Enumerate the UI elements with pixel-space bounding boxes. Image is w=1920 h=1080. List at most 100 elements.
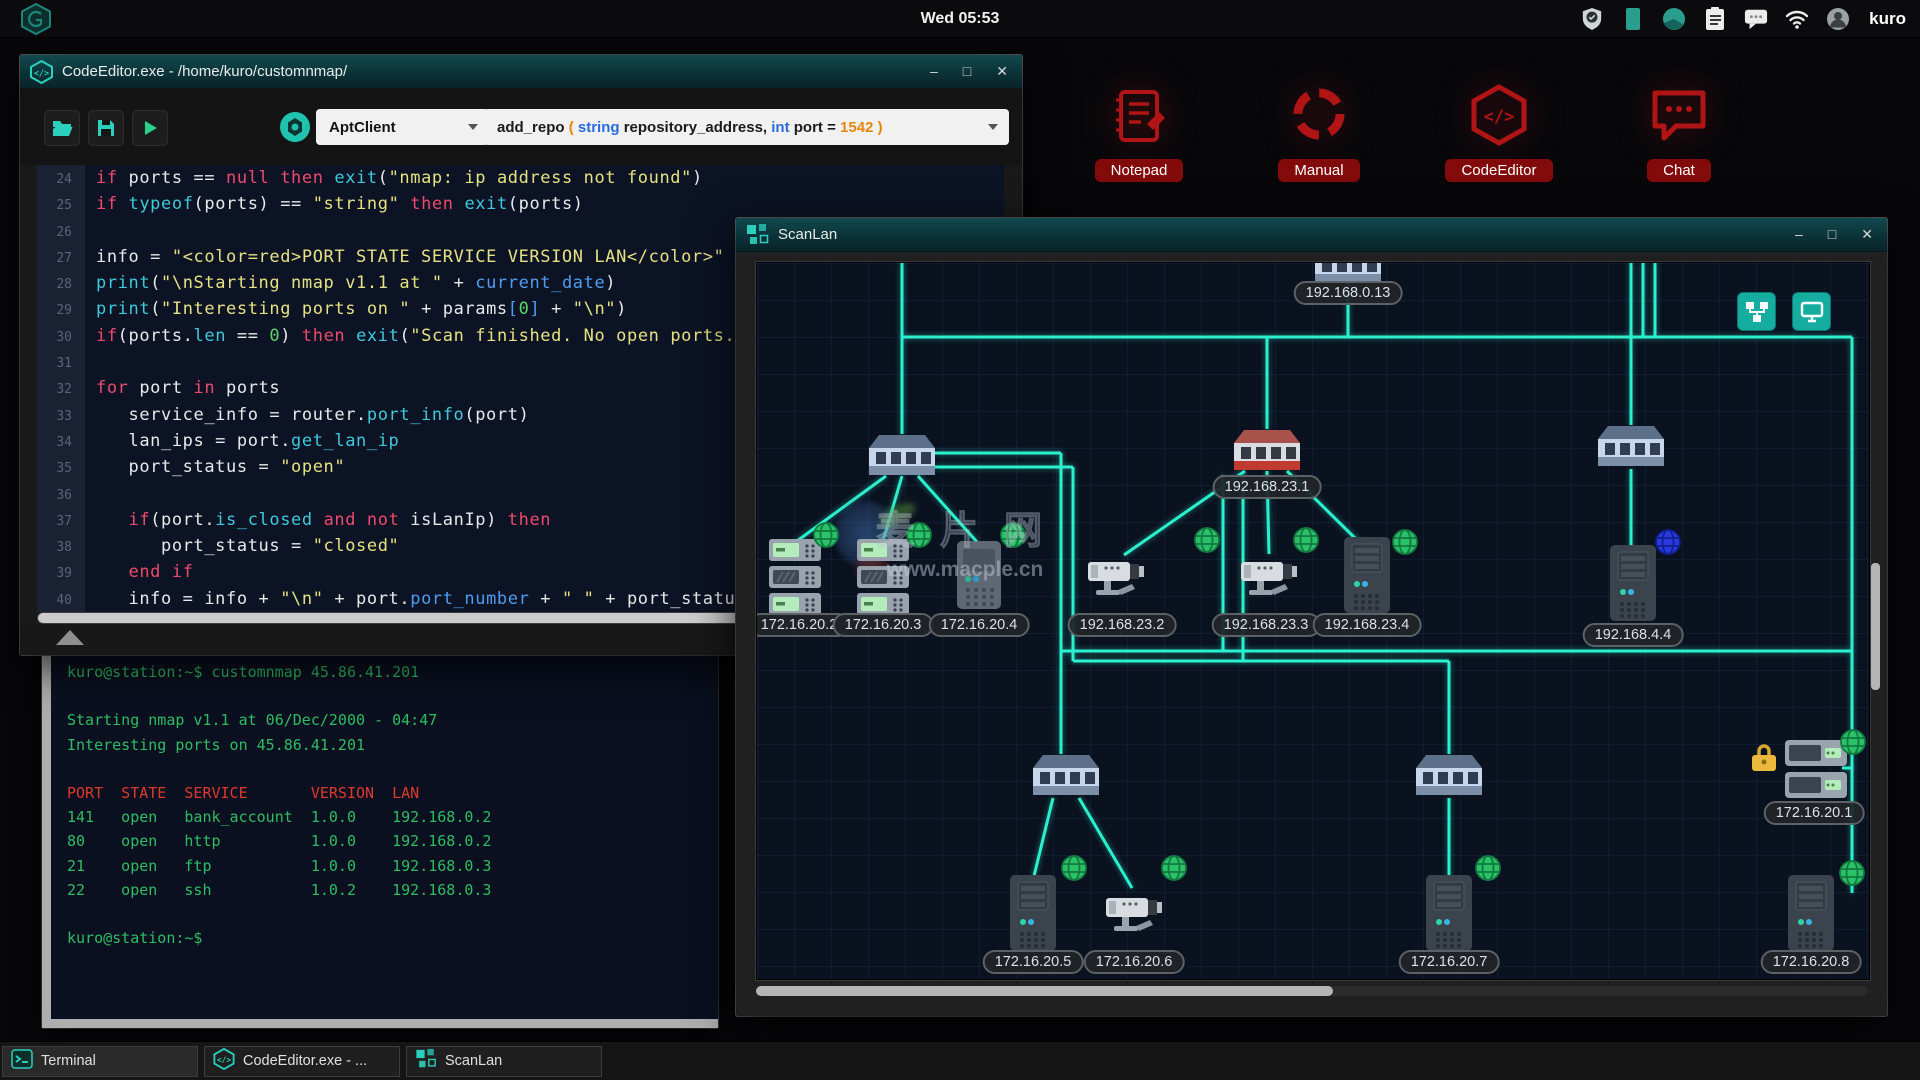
ip-label[interactable]: 192.168.0.13 bbox=[1294, 281, 1403, 305]
open-file-button[interactable] bbox=[44, 110, 80, 146]
chatapp-icon bbox=[1647, 84, 1711, 153]
globe-icon[interactable] bbox=[1840, 729, 1866, 760]
svg-text:</>: </> bbox=[1484, 107, 1515, 127]
tower-icon[interactable] bbox=[1344, 537, 1390, 618]
codeeditor-titlebar[interactable]: </> CodeEditor.exe - /home/kuro/customnm… bbox=[20, 55, 1022, 89]
globeb-icon[interactable] bbox=[1655, 529, 1681, 560]
scanlan-titlebar[interactable]: ScanLan – □ ✕ bbox=[736, 218, 1887, 252]
battery-icon[interactable] bbox=[1621, 7, 1645, 31]
camera-icon[interactable] bbox=[1241, 556, 1297, 607]
globe-icon[interactable] bbox=[1475, 855, 1501, 886]
watermark-url: www.macple.cn bbox=[887, 558, 1044, 582]
desktop-icon-chat[interactable]: Chat bbox=[1604, 84, 1754, 182]
taskbar-item-terminal[interactable]: Terminal bbox=[2, 1046, 198, 1077]
globe-icon[interactable] bbox=[1839, 860, 1865, 891]
minimize-button[interactable]: – bbox=[1795, 218, 1803, 251]
avatar-icon[interactable] bbox=[1826, 7, 1850, 31]
remote-monitor-button[interactable] bbox=[1792, 292, 1831, 331]
ip-label[interactable]: 192.168.4.4 bbox=[1583, 623, 1684, 647]
globe-icon[interactable] bbox=[813, 522, 839, 553]
switchred-icon[interactable] bbox=[1234, 428, 1300, 479]
map-horizontal-scrollbar[interactable] bbox=[756, 986, 1868, 996]
close-button[interactable]: ✕ bbox=[996, 55, 1008, 88]
notepad-icon bbox=[1107, 84, 1171, 153]
chevron-down-icon bbox=[468, 124, 478, 130]
ip-label[interactable]: 172.16.20.6 bbox=[1084, 950, 1185, 974]
ip-label[interactable]: 192.168.23.3 bbox=[1212, 613, 1321, 637]
scanlan-title-icon bbox=[746, 223, 769, 247]
codeeditor-title-icon: </> bbox=[30, 60, 53, 84]
maximize-button[interactable]: □ bbox=[963, 55, 971, 88]
rack2-icon[interactable] bbox=[1785, 740, 1847, 805]
camera-icon[interactable] bbox=[1106, 892, 1162, 943]
globe-icon[interactable] bbox=[1061, 855, 1087, 886]
signature-text: add_repo ( string repository_address, in… bbox=[497, 119, 883, 136]
switch-icon[interactable] bbox=[1033, 753, 1099, 804]
class-dropdown-value: AptClient bbox=[329, 119, 396, 136]
desktop-icons: Notepad Manual </> CodeEditor Chat bbox=[1064, 84, 1754, 182]
apt-package-icon bbox=[278, 110, 312, 144]
camera-icon[interactable] bbox=[1088, 556, 1144, 607]
tower-icon[interactable] bbox=[1788, 875, 1834, 956]
taskbar-item-label: ScanLan bbox=[445, 1053, 502, 1069]
codeeditor-title: CodeEditor.exe - /home/kuro/customnmap/ bbox=[62, 63, 347, 80]
terminal-bottom-scrollbar[interactable] bbox=[42, 1019, 718, 1028]
maximize-button[interactable]: □ bbox=[1828, 218, 1836, 251]
taskbar-item-label: CodeEditor.exe - ... bbox=[243, 1053, 367, 1069]
switch-icon[interactable] bbox=[869, 433, 935, 484]
signature-dropdown[interactable]: add_repo ( string repository_address, in… bbox=[484, 109, 1009, 145]
globe-icon[interactable] bbox=[1392, 529, 1418, 560]
terminal-output[interactable]: kuro@station:~$ customnmap 45.86.41.201 … bbox=[67, 660, 491, 950]
clipboard-icon[interactable] bbox=[1703, 7, 1727, 31]
shield-icon[interactable] bbox=[1580, 7, 1604, 31]
desktop-icon-manual[interactable]: Manual bbox=[1244, 84, 1394, 182]
globe-icon[interactable] bbox=[1161, 855, 1187, 886]
taskbar-item-scanlan[interactable]: ScanLan bbox=[406, 1046, 602, 1077]
terminal-left-scrollbar[interactable] bbox=[42, 640, 51, 1028]
switch-icon[interactable] bbox=[1598, 424, 1664, 475]
ip-label[interactable]: 172.16.20.5 bbox=[983, 950, 1084, 974]
play-icon bbox=[139, 117, 161, 139]
chat-icon[interactable] bbox=[1744, 7, 1768, 31]
save-file-button[interactable] bbox=[88, 110, 124, 146]
desktop-icon-label: Chat bbox=[1647, 159, 1711, 182]
switch-icon[interactable] bbox=[1416, 753, 1482, 804]
class-dropdown[interactable]: AptClient bbox=[316, 109, 489, 145]
scanlan-title: ScanLan bbox=[778, 226, 837, 243]
lock-icon[interactable] bbox=[1752, 742, 1776, 777]
panel-expander-arrow-icon[interactable] bbox=[56, 630, 84, 645]
wifi-icon[interactable] bbox=[1785, 7, 1809, 31]
ip-label[interactable]: 172.16.20.8 bbox=[1761, 950, 1862, 974]
desktop-icon-notepad[interactable]: Notepad bbox=[1064, 84, 1214, 182]
ip-label[interactable]: 192.168.23.1 bbox=[1213, 475, 1322, 499]
tower-icon[interactable] bbox=[1426, 875, 1472, 956]
monitor-icon bbox=[1799, 299, 1825, 325]
terminal-window[interactable]: kuro@station:~$ customnmap 45.86.41.201 … bbox=[42, 640, 718, 1028]
taskbar-item-codeeditorexe[interactable]: </> CodeEditor.exe - ... bbox=[204, 1046, 400, 1077]
ip-label[interactable]: 172.16.20.1 bbox=[1764, 801, 1865, 825]
ip-label[interactable]: 172.16.20.7 bbox=[1399, 950, 1500, 974]
tower-icon[interactable] bbox=[1610, 545, 1656, 626]
scanlan-window[interactable]: ScanLan – □ ✕ 麦片网 www.macple.cn 192.168.… bbox=[736, 218, 1887, 1016]
close-button[interactable]: ✕ bbox=[1861, 218, 1873, 251]
globe-icon[interactable] bbox=[1293, 527, 1319, 558]
ip-label[interactable]: 192.168.23.4 bbox=[1313, 613, 1422, 637]
code-line: 25if typeof(ports) == "string" then exit… bbox=[37, 191, 1004, 217]
topology-view-button[interactable] bbox=[1737, 292, 1776, 331]
ip-label[interactable]: 172.16.20.4 bbox=[929, 613, 1030, 637]
run-script-button[interactable] bbox=[132, 110, 168, 146]
desktop-icon-label: CodeEditor bbox=[1445, 159, 1552, 182]
globe-icon[interactable] bbox=[1194, 527, 1220, 558]
minimize-button[interactable]: – bbox=[930, 55, 938, 88]
tower-icon[interactable] bbox=[1010, 875, 1056, 956]
disk-icon[interactable] bbox=[1662, 7, 1686, 31]
codeeditor-sm-icon: </> bbox=[213, 1048, 235, 1075]
desktop-icon-codeeditor[interactable]: </> CodeEditor bbox=[1424, 84, 1574, 182]
topology-icon bbox=[1744, 299, 1770, 325]
top-status-bar: Wed 05:53 kuro bbox=[0, 0, 1920, 38]
map-vertical-scrollbar[interactable] bbox=[1871, 563, 1880, 690]
code-line: 24if ports == null then exit("nmap: ip a… bbox=[37, 165, 1004, 191]
network-map[interactable]: 麦片网 www.macple.cn 192.168.0.13192.168.23… bbox=[756, 262, 1870, 980]
ip-label[interactable]: 172.16.20.3 bbox=[833, 613, 934, 637]
ip-label[interactable]: 192.168.23.2 bbox=[1068, 613, 1177, 637]
